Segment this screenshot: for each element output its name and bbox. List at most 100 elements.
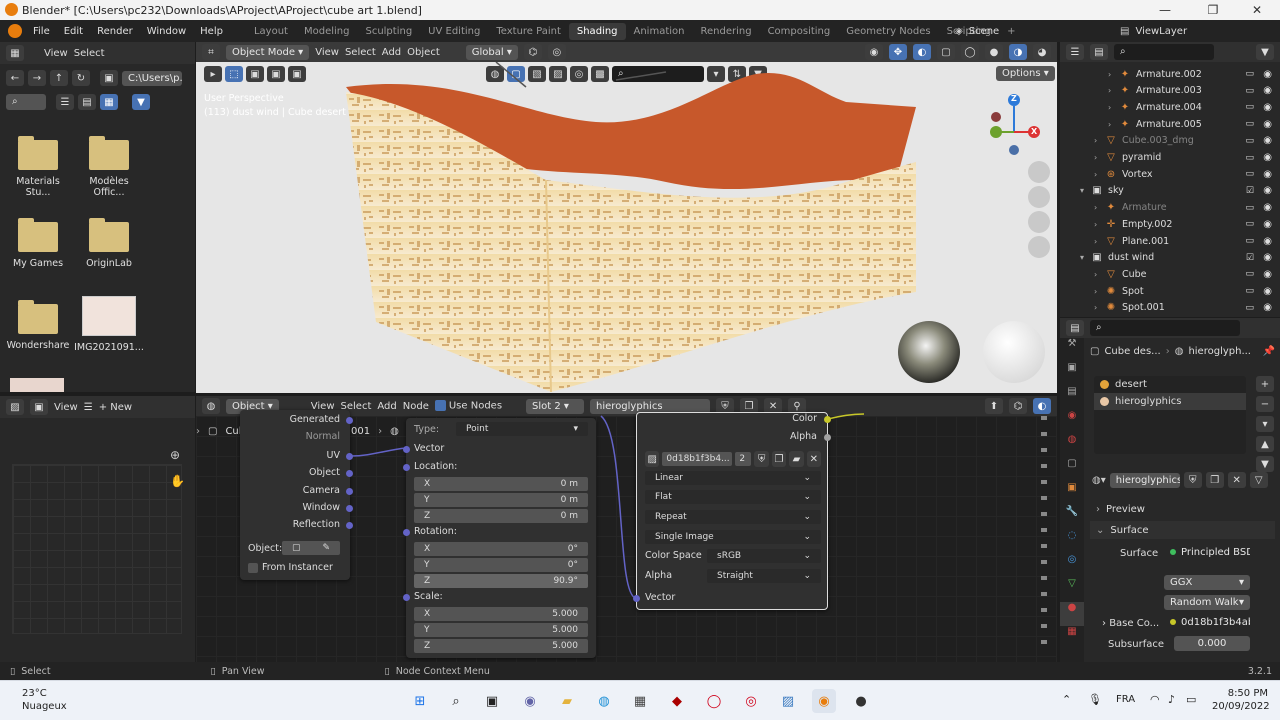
visibility-eye-icon[interactable]: ◉ [1263, 252, 1272, 263]
menu-window[interactable]: Window [140, 26, 193, 37]
material-slot-selected[interactable]: hieroglyphics [1094, 393, 1246, 410]
expand-toggle-icon[interactable]: › [1094, 303, 1104, 312]
fake-user-icon[interactable]: ⛨ [754, 451, 769, 467]
render-camera-icon[interactable]: ▭ [1245, 119, 1254, 129]
duplicate-icon[interactable]: ❐ [1205, 472, 1224, 488]
socket[interactable] [403, 446, 410, 453]
outliner-row[interactable]: › ⊛ Vortex ◉ ▭ [1060, 166, 1280, 182]
gizmo-z-label[interactable]: Z [1011, 94, 1017, 103]
wifi-icon[interactable]: ◠ [1150, 693, 1160, 706]
expand-toggle-icon[interactable]: › [1108, 86, 1118, 95]
rendered-shading-icon[interactable]: ◕ [1033, 44, 1051, 60]
expand-toggle-icon[interactable]: › [1094, 170, 1104, 179]
physics-tab-icon[interactable]: ◎ [1060, 554, 1084, 578]
menu-file[interactable]: File [26, 26, 57, 37]
perspective-toggle-icon[interactable] [1032, 240, 1046, 254]
start-icon[interactable]: ⊞ [408, 689, 432, 713]
camera-view-icon[interactable] [1032, 215, 1046, 229]
tab-sculpting[interactable]: Sculpting [357, 23, 420, 40]
vp-add-menu[interactable]: Add [382, 47, 401, 58]
file-item[interactable]: My Games [3, 218, 73, 269]
visibility-eye-icon[interactable]: ◉ [1263, 219, 1272, 230]
vp-select-menu[interactable]: Select [345, 47, 376, 58]
socket[interactable] [633, 595, 640, 602]
image-browse-icon[interactable]: ▣ [30, 399, 48, 415]
render-camera-icon[interactable]: ▭ [1245, 219, 1254, 229]
render-camera-icon[interactable]: ▭ [1245, 303, 1254, 313]
filter-icon[interactable]: ▼ [1256, 44, 1274, 60]
vp-view-menu[interactable]: View [315, 47, 339, 58]
edge-icon[interactable]: ◍ [592, 689, 616, 713]
zoom-icon[interactable]: ⊕ [170, 448, 180, 462]
visibility-eye-icon[interactable]: ◉ [1263, 69, 1272, 80]
solid-shading-icon[interactable]: ● [985, 44, 1003, 60]
visibility-eye-icon[interactable]: ◉ [1263, 102, 1272, 113]
mapping-type-dropdown[interactable]: Point ▾ [456, 422, 588, 436]
menu-render[interactable]: Render [90, 26, 140, 37]
move-down-icon[interactable]: ▼ [1256, 456, 1274, 472]
expand-toggle-icon[interactable]: › [1108, 70, 1118, 79]
object-tab-icon[interactable]: ▣ [1060, 482, 1084, 506]
visibility-eye-icon[interactable]: ◉ [1263, 269, 1272, 280]
outliner-row[interactable]: › ✺ Spot ◉ ▭ [1060, 283, 1280, 299]
editor-type-icon[interactable]: ▦ [6, 45, 24, 61]
remove-slot-button[interactable]: − [1256, 396, 1274, 412]
chat-icon[interactable]: ◉ [518, 689, 542, 713]
thumb-view-icon[interactable]: ▤ [78, 94, 96, 110]
interpolation-dropdown[interactable]: Linear ⌄ [645, 471, 821, 485]
editor-type-icon[interactable]: ▤ [1066, 320, 1084, 336]
new-folder-icon[interactable]: ▣ [100, 70, 118, 86]
blender-taskbar-icon[interactable]: ◉ [812, 689, 836, 713]
subsurface-value-field[interactable]: 0.000 [1174, 636, 1250, 651]
hand-pan-icon[interactable] [1032, 190, 1046, 204]
eyedropper-icon[interactable]: ✎ [322, 543, 330, 553]
data-tab-icon[interactable]: ▽ [1060, 578, 1084, 602]
orientation-dropdown[interactable]: Global ▾ [465, 44, 518, 60]
visibility-eye-icon[interactable]: ◉ [1263, 202, 1272, 213]
render-camera-icon[interactable]: ▭ [1245, 136, 1254, 146]
visibility-eye-icon[interactable]: ◉ [1263, 119, 1272, 130]
image-browse-icon[interactable]: ▨ [645, 451, 660, 467]
search-icon[interactable]: ⌕ [444, 689, 468, 713]
fake-user-icon[interactable]: ⛨ [1183, 472, 1202, 488]
material-tab-icon[interactable]: ● [1060, 602, 1084, 626]
socket[interactable] [403, 529, 410, 536]
opera-icon[interactable]: ◯ [702, 689, 726, 713]
xray-icon[interactable]: ▢ [937, 44, 955, 60]
blender-menu-icon[interactable] [8, 24, 22, 38]
search-field[interactable]: ⌕ [6, 94, 46, 110]
minimize-button[interactable]: — [1142, 0, 1188, 20]
app-icon[interactable]: ● [849, 689, 873, 713]
battery-icon[interactable]: ▭ [1186, 693, 1196, 706]
close-button[interactable]: ✕ [1234, 0, 1280, 20]
tab-layout[interactable]: Layout [246, 23, 296, 40]
render-camera-icon[interactable]: ▭ [1245, 153, 1254, 163]
preview-panel-header[interactable]: › Preview [1090, 500, 1275, 518]
overlay-toggle-icon[interactable]: ◐ [913, 44, 931, 60]
render-camera-icon[interactable]: ▭ [1245, 86, 1254, 96]
rotation-y-field[interactable]: Y 0° [414, 558, 588, 572]
outliner-row[interactable]: › ✛ Empty.002 ◉ ▭ [1060, 216, 1280, 232]
display-mode-icon[interactable]: ▤ [1090, 44, 1108, 60]
zoom-icon[interactable] [1032, 165, 1046, 179]
outliner-row[interactable]: ▾ ▣ sky ◉ ☑ [1060, 183, 1280, 199]
wireframe-shading-icon[interactable]: ◯ [961, 44, 979, 60]
modifier-tab-icon[interactable]: 🔧 [1060, 506, 1084, 530]
tool-tab-icon[interactable]: ⚒ [1060, 338, 1084, 362]
grid-view-icon[interactable]: ▦ [100, 94, 118, 110]
open-folder-icon[interactable]: ▰ [789, 451, 804, 467]
location-z-field[interactable]: Z0 m [414, 509, 588, 523]
outliner-row[interactable]: › ✦ Armature.004 ◉ ▭ [1060, 99, 1280, 115]
forward-arrow-icon[interactable]: → [28, 70, 46, 86]
socket[interactable] [346, 488, 353, 495]
proportional-edit-icon[interactable]: ◎ [547, 44, 566, 60]
socket[interactable] [346, 522, 353, 529]
tab-compositing[interactable]: Compositing [760, 23, 839, 40]
visibility-eye-icon[interactable]: ◉ [1263, 236, 1272, 247]
base-color-field[interactable]: 0d18b1f3b4ab... [1164, 615, 1250, 630]
base-color-label[interactable]: › Base Co... [1102, 618, 1159, 629]
scale-z-field[interactable]: Z 5.000 [414, 639, 588, 653]
expand-toggle-icon[interactable]: › [1094, 287, 1104, 296]
render-camera-icon[interactable]: ▭ [1245, 286, 1254, 296]
output-tab-icon[interactable]: ▤ [1060, 386, 1084, 410]
